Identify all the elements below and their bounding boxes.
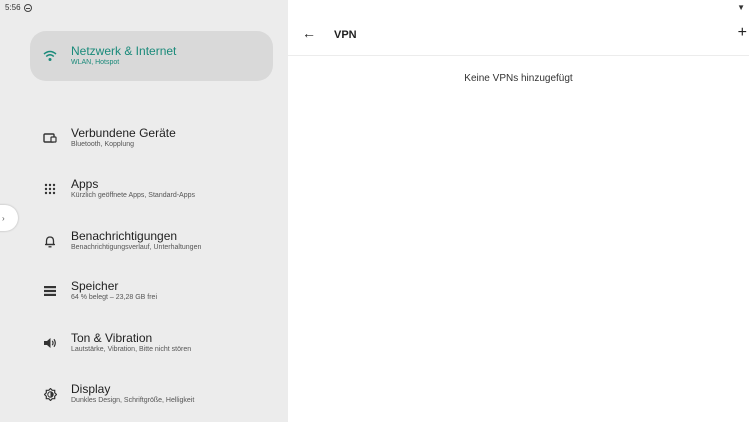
nav-item-title: Benachrichtigungen (71, 229, 178, 243)
plus-icon[interactable]: + (738, 24, 747, 42)
bell-icon (42, 233, 58, 249)
nav-item-subtitle: Lautstärke, Vibration, Bitte nicht störe… (71, 346, 192, 353)
status-bar-left: 5:56 (5, 3, 32, 12)
divider (288, 55, 749, 56)
do-not-disturb-icon (23, 3, 32, 12)
nav-item-title: Apps (71, 177, 99, 191)
nav-item-title: Verbundene Geräte (71, 126, 176, 140)
nav-item-subtitle: WLAN, Hotspot (71, 59, 120, 66)
nav-item-title: Netzwerk & Internet (71, 44, 177, 58)
nav-item-sound-vibration[interactable]: Ton & Vibration Lautstärke, Vibration, B… (30, 318, 273, 368)
status-wifi-icon: ▼ (737, 3, 745, 12)
brightness-icon (42, 386, 58, 402)
nav-item-subtitle: Bluetooth, Kopplung (71, 141, 135, 148)
nav-item-storage[interactable]: Speicher 64 % belegt – 23,28 GB frei (30, 266, 273, 316)
nav-item-subtitle: Benachrichtigungsverlauf, Unterhaltungen (71, 244, 202, 251)
nav-item-display[interactable]: Display Dunkles Design, Schriftgröße, He… (30, 369, 273, 419)
nav-item-subtitle: Kürzlich geöffnete Apps, Standard-Apps (71, 192, 196, 199)
nav-item-notifications[interactable]: Benachrichtigungen Benachrichtigungsverl… (30, 216, 273, 266)
page-title: VPN (334, 29, 357, 41)
empty-state-message: Keine VPNs hinzugefügt (464, 73, 573, 84)
devices-icon (42, 130, 58, 146)
arrow-left-icon[interactable]: ← (302, 25, 316, 41)
nav-item-subtitle: 64 % belegt – 23,28 GB frei (71, 294, 157, 301)
nav-item-subtitle: Dunkles Design, Schriftgröße, Helligkeit (71, 397, 195, 404)
vpn-detail-pane: ▼ ← VPN + Keine VPNs hinzugefügt (288, 0, 749, 422)
nav-item-connected-devices[interactable]: Verbundene Geräte Bluetooth, Kopplung (30, 113, 273, 163)
volume-icon (42, 335, 58, 351)
apps-grid-icon (42, 181, 58, 197)
app-bar: ← VPN + (288, 22, 749, 50)
nav-item-title: Display (71, 382, 111, 396)
wifi-icon (42, 48, 58, 64)
status-time: 5:56 (5, 3, 21, 12)
nav-item-apps[interactable]: Apps Kürzlich geöffnete Apps, Standard-A… (30, 164, 273, 214)
storage-icon (42, 283, 58, 299)
nav-item-network-internet[interactable]: Netzwerk & Internet WLAN, Hotspot (30, 31, 273, 81)
nav-item-title: Speicher (71, 279, 119, 293)
nav-item-title: Ton & Vibration (71, 331, 153, 345)
side-panel-handle[interactable]: › (0, 205, 18, 231)
settings-nav-pane: 5:56 › Netzwerk & Internet WLAN, Hotspot… (0, 0, 288, 422)
